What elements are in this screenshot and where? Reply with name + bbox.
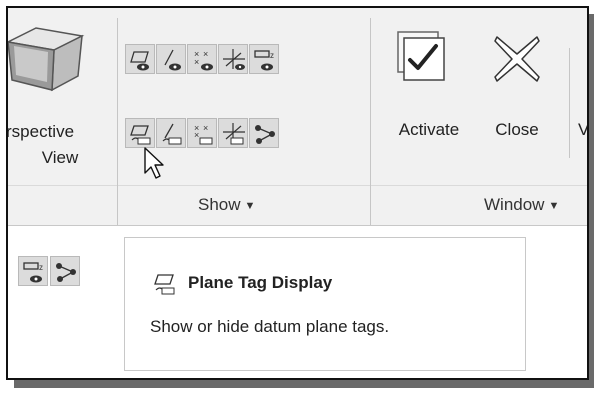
group-separator-2 [370,18,371,225]
axis-display-button[interactable] [156,44,186,74]
svg-text:×: × [203,49,208,59]
csys-display-icon: x [223,49,245,72]
svg-text:×: × [194,130,199,140]
window-group-label[interactable]: Window ▼ [484,195,559,215]
tooltip-title: Plane Tag Display [188,273,333,292]
activate-icon [397,31,445,81]
close-label: Close [486,118,548,142]
axis-tag-display-icon [162,123,182,145]
point-display-button[interactable]: × × × [187,44,217,74]
group-separator-3 [569,48,570,158]
caret-down-icon-2: ▼ [548,200,560,212]
csys-display-button[interactable]: x [218,44,248,74]
mouse-cursor-icon [144,147,164,179]
perspective-view-label: rspective [6,120,126,144]
truncated-button-label[interactable]: V [578,118,589,142]
svg-text:z: z [270,51,274,60]
plane-tag-display-icon [130,125,151,145]
close-label-text: Close [495,120,539,139]
ribbon-label-divider [8,185,587,186]
point-tag-display-icon: × × × [194,123,213,145]
csys-tag-display-button[interactable] [218,118,248,148]
ribbon-bottom-border [8,225,587,226]
perspective-view-label-line2: View [41,148,79,167]
group-separator [117,18,118,225]
axis-tag-display-button[interactable] [156,118,186,148]
annotation-display-button[interactable]: z [249,44,279,74]
close-icon [494,36,540,82]
activate-label-text: Activate [398,120,460,139]
caret-down-icon: ▼ [244,200,256,212]
csys-tag-display-icon [223,123,245,145]
annotation-display-icon-2: z [23,262,43,283]
plane-tag-display-button[interactable] [125,118,155,148]
tooltip-description: Show or hide datum plane tags. [150,317,390,336]
activate-label: Activate [384,118,474,142]
spin-center-icon [255,125,275,144]
spin-center-button-2[interactable] [50,256,80,286]
axis-display-icon [164,49,181,71]
annotation-display-icon: z [254,50,274,71]
tooltip: Plane Tag Display Show or hide datum pla… [124,237,526,371]
plane-display-icon [130,51,149,71]
plane-tag-display-icon [154,274,175,295]
show-group-label[interactable]: Show ▼ [198,195,255,215]
show-group-text: Show [198,195,241,214]
svg-text:×: × [203,123,208,133]
truncated-label-text: V [578,120,589,139]
ribbon: rspective View × × × z × × × Show ▼ Acti… [6,8,589,225]
window-group-text: Window [484,195,545,214]
spin-center-button[interactable] [249,118,279,148]
svg-text:z: z [39,263,43,272]
svg-text:×: × [194,57,199,67]
plane-display-button[interactable] [125,44,155,74]
point-tag-display-button[interactable]: × × × [187,118,217,148]
annotation-display-button-2[interactable]: z [18,256,48,286]
spin-center-icon-2 [56,263,76,282]
perspective-view-label-line1: rspective [6,122,75,141]
point-display-icon: × × × [194,49,213,71]
perspective-view-label-2: View [30,146,90,170]
app-window: rspective View × × × z × × × Show ▼ Acti… [6,6,589,380]
perspective-view-icon [8,27,85,92]
